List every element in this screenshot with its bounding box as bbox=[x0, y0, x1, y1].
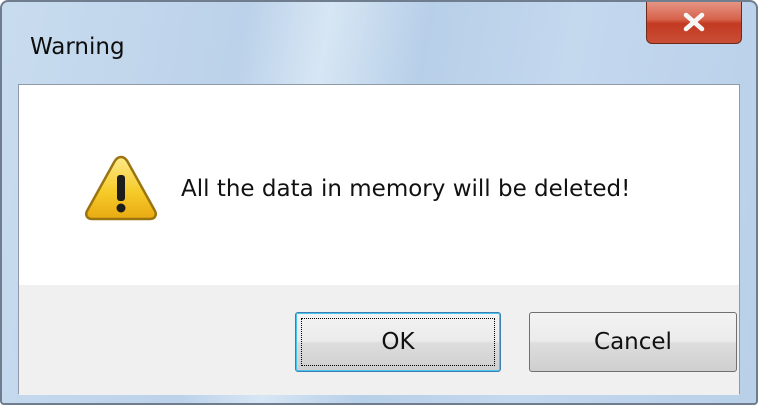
button-bar: OK Cancel bbox=[19, 285, 739, 395]
dialog-title: Warning bbox=[30, 34, 125, 60]
close-x-icon bbox=[683, 12, 705, 31]
warning-dialog: Warning All the data in memory will be d… bbox=[0, 0, 758, 405]
ok-button[interactable]: OK bbox=[295, 312, 501, 372]
focus-rectangle bbox=[301, 318, 495, 366]
message-area: All the data in memory will be deleted! bbox=[19, 85, 739, 285]
warning-triangle-icon bbox=[84, 155, 158, 221]
warning-message: All the data in memory will be deleted! bbox=[181, 176, 631, 202]
close-button[interactable] bbox=[646, 2, 742, 44]
cancel-button[interactable]: Cancel bbox=[529, 312, 737, 372]
cancel-button-label: Cancel bbox=[594, 329, 672, 355]
dialog-body: All the data in memory will be deleted! … bbox=[18, 84, 740, 395]
title-bar[interactable]: Warning bbox=[2, 2, 756, 84]
